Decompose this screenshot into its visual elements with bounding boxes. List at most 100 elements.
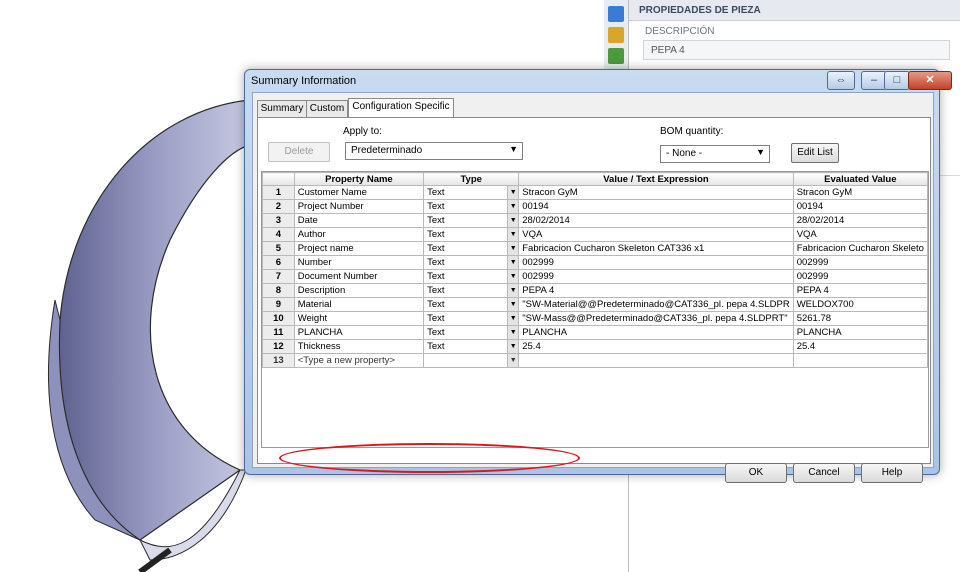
evaluated-value-cell[interactable]: VQA — [792, 227, 928, 242]
table-row[interactable]: 1 Customer Name Text ▼ Stracon GyM Stracon Gy… — [262, 185, 928, 200]
evaluated-value-cell[interactable]: Fabricacion Cucharon Skeleto — [792, 241, 928, 256]
table-row[interactable]: 8 Description Text ▼ PEPA 4 PEPA 4 — [262, 283, 928, 298]
delete-button[interactable]: Delete — [268, 142, 330, 162]
library-icon[interactable] — [608, 48, 624, 64]
maximize-icon[interactable]: □ — [884, 71, 910, 90]
dropdown-arrow-icon[interactable]: ▼ — [507, 228, 518, 241]
evaluated-value-cell[interactable]: 002999 — [792, 269, 928, 284]
tab-configuration-specific[interactable]: Configuration Specific — [348, 98, 454, 118]
evaluated-value-cell[interactable]: PLANCHA — [792, 325, 928, 340]
dropdown-arrow-icon[interactable]: ▼ — [507, 312, 518, 325]
value-expression-cell[interactable]: Fabricacion Cucharon Skeleton CAT336 x1 — [518, 241, 794, 256]
resources-icon[interactable] — [608, 6, 624, 22]
description-field[interactable]: PEPA 4 — [643, 40, 950, 60]
evaluated-value-cell[interactable]: 002999 — [792, 255, 928, 270]
dropdown-arrow-icon[interactable]: ▼ — [507, 242, 518, 255]
tab-custom[interactable]: Custom — [306, 100, 348, 117]
evaluated-value-cell[interactable]: 5261.78 — [792, 311, 928, 326]
properties-grid[interactable]: Property Name Type Value / Text Expressi… — [261, 171, 929, 448]
property-name-cell[interactable]: Project Number — [293, 199, 425, 214]
property-name-cell-text: Number — [297, 257, 332, 268]
type-cell[interactable]: Text ▼ — [423, 199, 520, 214]
type-cell[interactable]: Text ▼ — [423, 297, 520, 312]
table-row[interactable]: 6 Number Text ▼ 002999 002999 — [262, 255, 928, 270]
property-name-cell[interactable]: <Type a new property> — [293, 353, 425, 368]
home-icon[interactable] — [608, 27, 624, 43]
type-cell[interactable]: Text ▼ — [423, 325, 520, 340]
table-row[interactable]: 12 Thickness Text ▼ 25.4 25.4 — [262, 339, 928, 354]
type-cell[interactable]: Text ▼ — [423, 339, 520, 354]
property-name-cell[interactable]: Material — [293, 297, 425, 312]
evaluated-value-cell[interactable] — [792, 353, 928, 368]
dropdown-arrow-icon[interactable]: ▼ — [507, 270, 518, 283]
property-name-cell[interactable]: PLANCHA — [293, 325, 425, 340]
evaluated-value-cell[interactable]: WELDOX700 — [792, 297, 928, 312]
evaluated-value-cell[interactable]: Stracon GyM — [792, 185, 928, 200]
value-expression-cell[interactable]: "SW-Material@@Predeterminado@CAT336_pl. … — [518, 297, 794, 312]
value-expression-cell[interactable]: "SW-Mass@@Predeterminado@CAT336_pl. pepa… — [518, 311, 794, 326]
type-cell[interactable]: ▼ — [423, 353, 520, 368]
value-expression-cell[interactable]: PLANCHA — [518, 325, 794, 340]
table-row[interactable]: 13 <Type a new property> ▼ — [262, 353, 928, 368]
dropdown-arrow-icon[interactable]: ▼ — [507, 186, 518, 199]
type-cell[interactable]: Text ▼ — [423, 227, 520, 242]
ok-button[interactable]: OK — [725, 463, 787, 483]
value-expression-cell[interactable]: 00194 — [518, 199, 794, 214]
property-name-cell-text: Customer Name — [297, 187, 367, 198]
cancel-button[interactable]: Cancel — [793, 463, 855, 483]
column-header: Value / Text Expression — [518, 172, 794, 186]
type-cell[interactable]: Text ▼ — [423, 311, 520, 326]
type-cell[interactable]: Text ▼ — [423, 185, 520, 200]
property-name-cell[interactable]: Weight — [293, 311, 425, 326]
value-expression-cell[interactable] — [518, 353, 794, 368]
close-icon[interactable]: ✕ — [908, 71, 952, 90]
type-cell[interactable]: Text ▼ — [423, 213, 520, 228]
type-cell[interactable]: Text ▼ — [423, 283, 520, 298]
value-expression-cell[interactable]: 002999 — [518, 255, 794, 270]
value-expression-cell[interactable]: 25.4 — [518, 339, 794, 354]
resize-icon[interactable]: ⇔ — [827, 71, 855, 90]
tab-summary[interactable]: Summary — [257, 100, 307, 117]
evaluated-value-cell[interactable]: 00194 — [792, 199, 928, 214]
evaluated-value-cell[interactable]: 25.4 — [792, 339, 928, 354]
property-name-cell[interactable]: Date — [293, 213, 425, 228]
type-cell[interactable]: Text ▼ — [423, 241, 520, 256]
property-name-cell[interactable]: Project name — [293, 241, 425, 256]
property-name-cell[interactable]: Customer Name — [293, 185, 425, 200]
property-name-cell[interactable]: Document Number — [293, 269, 425, 284]
value-expression-cell[interactable]: PEPA 4 — [518, 283, 794, 298]
property-name-cell[interactable]: Number — [293, 255, 425, 270]
bom-quantity-select[interactable]: - None - ▼ — [660, 145, 770, 163]
dropdown-arrow-icon[interactable]: ▼ — [507, 256, 518, 269]
property-name-cell[interactable]: Author — [293, 227, 425, 242]
property-name-cell[interactable]: Thickness — [293, 339, 425, 354]
table-row[interactable]: 4 Author Text ▼ VQA VQA — [262, 227, 928, 242]
type-cell[interactable]: Text ▼ — [423, 255, 520, 270]
type-cell[interactable]: Text ▼ — [423, 269, 520, 284]
property-name-cell[interactable]: Description — [293, 283, 425, 298]
dropdown-arrow-icon[interactable]: ▼ — [507, 340, 518, 353]
table-row[interactable]: 3 Date Text ▼ 28/02/2014 28/02/2014 — [262, 213, 928, 228]
evaluated-value-cell[interactable]: PEPA 4 — [792, 283, 928, 298]
evaluated-value-cell[interactable]: 28/02/2014 — [792, 213, 928, 228]
dropdown-arrow-icon[interactable]: ▼ — [507, 298, 518, 311]
dropdown-arrow-icon[interactable]: ▼ — [507, 200, 518, 213]
dropdown-arrow-icon[interactable]: ▼ — [507, 284, 518, 297]
value-expression-cell[interactable]: 002999 — [518, 269, 794, 284]
property-name-cell-text: <Type a new property> — [297, 355, 395, 366]
table-row[interactable]: 10 Weight Text ▼ "SW-Mass@@Predeterminado@CA… — [262, 311, 928, 326]
table-row[interactable]: 2 Project Number Text ▼ 00194 00194 — [262, 199, 928, 214]
table-row[interactable]: 7 Document Number Text ▼ 002999 002999 — [262, 269, 928, 284]
edit-list-button[interactable]: Edit List — [791, 143, 839, 163]
value-expression-cell[interactable]: 28/02/2014 — [518, 213, 794, 228]
value-expression-cell[interactable]: VQA — [518, 227, 794, 242]
dropdown-arrow-icon[interactable]: ▼ — [507, 354, 518, 367]
dropdown-arrow-icon[interactable]: ▼ — [507, 326, 518, 339]
value-expression-cell[interactable]: Stracon GyM — [518, 185, 794, 200]
apply-to-select[interactable]: Predeterminado ▼ — [345, 142, 523, 160]
help-button[interactable]: Help — [861, 463, 923, 483]
dropdown-arrow-icon[interactable]: ▼ — [507, 214, 518, 227]
table-row[interactable]: 11 PLANCHA Text ▼ PLANCHA PLANCHA — [262, 325, 928, 340]
table-row[interactable]: 9 Material Text ▼ "SW-Material@@Predetermina… — [262, 297, 928, 312]
table-row[interactable]: 5 Project name Text ▼ Fabricacion Cucharon S… — [262, 241, 928, 256]
